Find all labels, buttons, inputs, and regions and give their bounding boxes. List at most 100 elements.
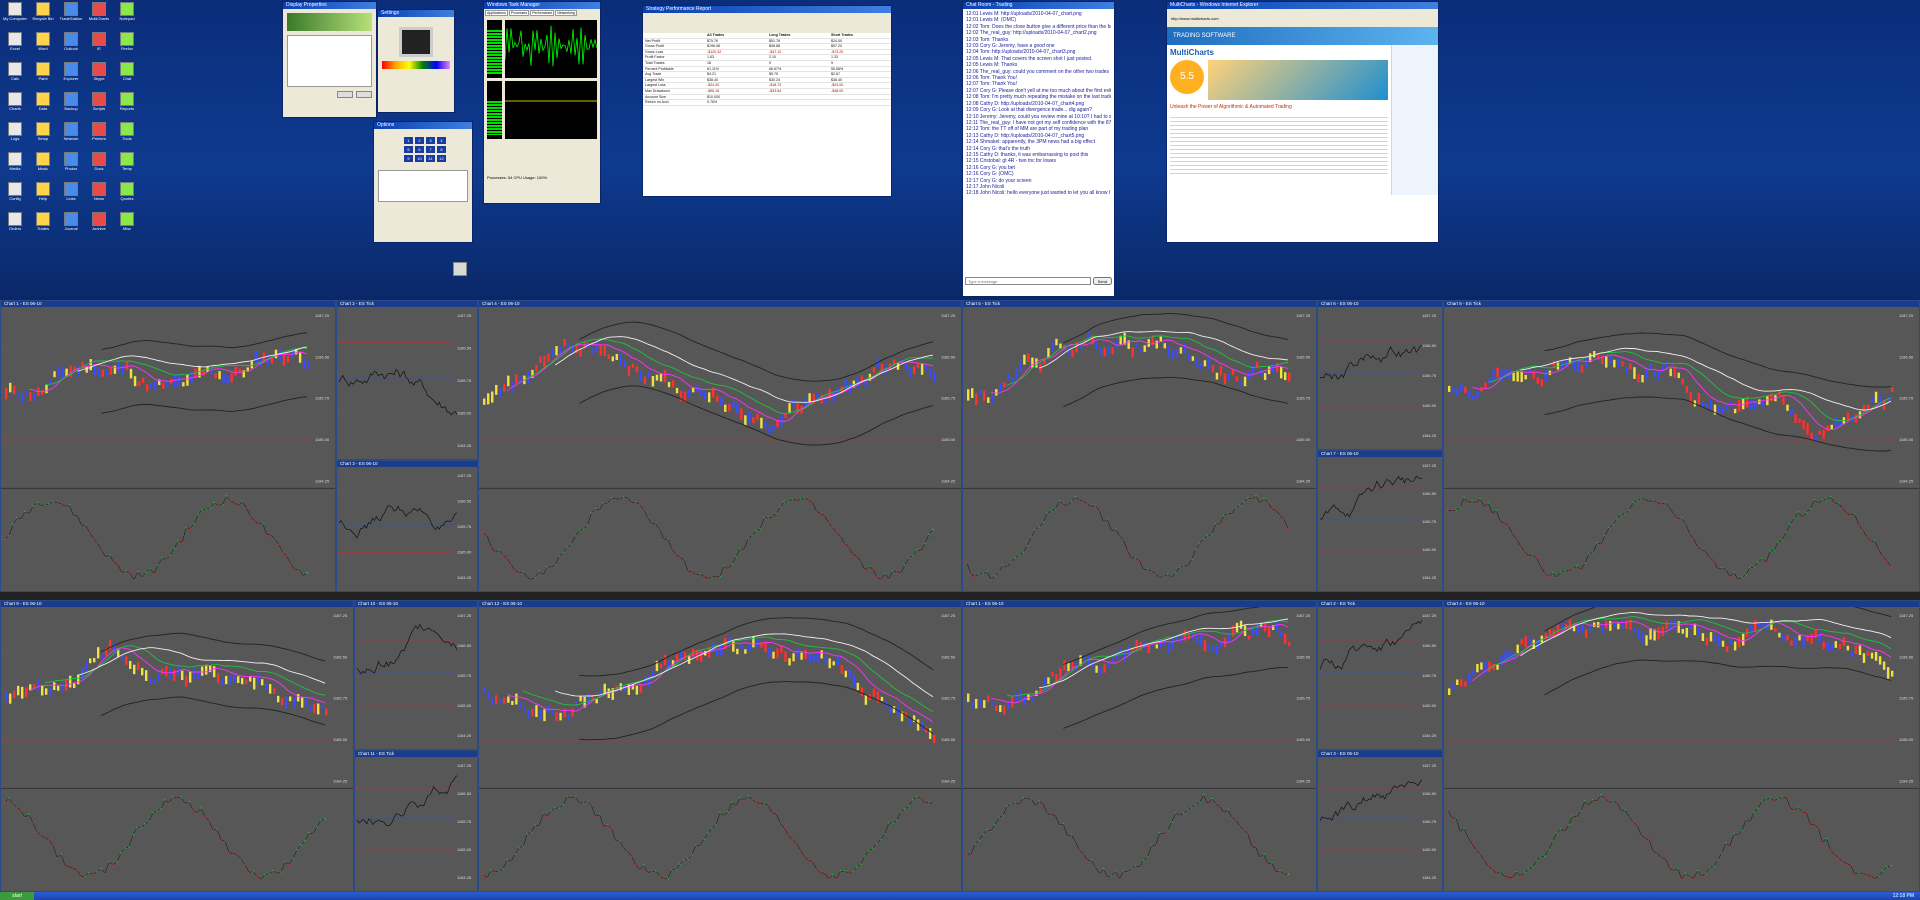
desktop-icon[interactable]: Data — [30, 92, 56, 120]
desktop-icon[interactable]: Calc — [2, 62, 28, 90]
price-chart[interactable]: 1187.25 1186.50 1185.75 1185.00 1184.25 — [1444, 607, 1919, 892]
ok-button[interactable] — [337, 91, 353, 98]
cancel-button[interactable] — [356, 91, 372, 98]
desktop-icon[interactable]: News — [86, 182, 112, 210]
tab[interactable]: Networking — [555, 10, 577, 16]
price-chart[interactable]: 1187.25 1186.50 1185.75 1185.00 1184.25 — [1318, 607, 1442, 750]
tab[interactable]: Performance — [530, 10, 554, 16]
chart-panel[interactable]: Chart 12 - ES 06-10 1187.25 1186.50 1185.75… — [478, 600, 962, 892]
chart-panel[interactable]: Chart 3 - ES 06-10 1187.25 1186.50 1185.75 1… — [1317, 750, 1443, 892]
desktop-icon[interactable]: Help — [30, 182, 56, 210]
price-chart[interactable]: 1187.25 1186.50 1185.75 1185.00 1184.25 — [1318, 307, 1442, 450]
desktop-icon[interactable]: Logs — [2, 122, 28, 150]
keypad-key[interactable]: 1 — [404, 137, 413, 144]
desktop-icon[interactable]: Music — [30, 152, 56, 180]
price-chart[interactable]: 1187.25 1186.50 1185.75 1185.00 1184.25 — [1318, 457, 1442, 592]
strategy-report-window[interactable]: Strategy Performance Report All Trades Lo… — [642, 5, 892, 197]
browser-window[interactable]: MultiCharts - Windows Internet Explorer … — [1166, 1, 1439, 243]
desktop-icon[interactable]: Recycle Bin — [30, 2, 56, 30]
chart-panel[interactable]: Chart 4 - ES 06-10 1187.25 1186.50 1185.75 1… — [1443, 600, 1920, 892]
chart-panel[interactable]: Chart 1 - ES 06-10 1187.25 1186.50 1185.75 1… — [962, 600, 1317, 892]
chart-panel[interactable]: Chart 2 - ES Tick 1187.25 1186.50 1185.75 11… — [1317, 600, 1443, 750]
desktop-icon[interactable]: Links — [58, 182, 84, 210]
price-chart[interactable]: 1187.25 1186.50 1185.75 1185.00 1184.25 — [479, 607, 961, 892]
keypad-key[interactable]: 9 — [404, 155, 413, 162]
desktop-icon[interactable]: Setup — [30, 122, 56, 150]
desktop-icon[interactable]: Word — [30, 32, 56, 60]
desktop-icon[interactable]: Chat — [114, 62, 140, 90]
price-chart[interactable]: 1187.25 1186.50 1185.75 1185.00 1184.25 — [1318, 757, 1442, 892]
price-chart[interactable]: 1187.25 1186.50 1185.75 1185.00 1184.25 — [355, 607, 477, 750]
desktop-icon[interactable]: IE — [86, 32, 112, 60]
desktop-icon[interactable]: Journal — [58, 212, 84, 240]
tab[interactable]: Processes — [509, 10, 529, 16]
chart-panel[interactable]: Chart 1 - ES 06-10 1187.25 1186.50 1185.75 1… — [0, 300, 336, 592]
keypad-key[interactable]: 12 — [437, 155, 446, 162]
desktop-icon[interactable]: My Computer — [2, 2, 28, 30]
chart-panel[interactable]: Chart 7 - ES 06-10 1187.25 1186.50 1185.75 1… — [1317, 450, 1443, 592]
chart-panel[interactable]: Chart 5 - ES Tick 1187.25 1186.50 1185.75 11… — [962, 300, 1317, 592]
keypad-key[interactable]: 5 — [404, 146, 413, 153]
tab[interactable]: Applications — [485, 10, 508, 16]
task-manager-window[interactable]: Windows Task Manager Applications Process… — [483, 1, 601, 204]
desktop-icon[interactable]: Reports — [114, 92, 140, 120]
send-button[interactable]: Send — [1093, 277, 1112, 285]
desktop-icon[interactable]: TradeStation — [58, 2, 84, 30]
desktop-icon[interactable]: Photos — [58, 152, 84, 180]
desktop-icon[interactable]: Tools — [114, 122, 140, 150]
desktop-icon[interactable]: Excel — [2, 32, 28, 60]
desktop-icon[interactable]: Media — [2, 152, 28, 180]
price-chart[interactable]: 1187.25 1186.50 1185.75 1185.00 1184.25 — [355, 757, 477, 892]
chart-panel[interactable]: Chart 9 - ES 06-10 1187.25 1186.50 1185.75 1… — [0, 600, 354, 892]
desktop-icon[interactable]: Scripts — [86, 92, 112, 120]
keypad-key[interactable]: 2 — [415, 137, 424, 144]
desktop-icon[interactable]: Misc — [114, 212, 140, 240]
price-chart[interactable]: 1187.25 1186.50 1185.75 1185.00 1184.25 — [337, 307, 477, 460]
keypad-key[interactable]: 3 — [426, 137, 435, 144]
chat-message-input[interactable] — [965, 277, 1091, 285]
keypad-key[interactable]: 6 — [415, 146, 424, 153]
price-chart[interactable]: 1187.25 1186.50 1185.75 1185.00 1184.25 — [337, 467, 477, 592]
desktop-icon[interactable]: Paint — [30, 62, 56, 90]
desktop-icon[interactable]: Printers — [86, 122, 112, 150]
price-chart[interactable]: 1187.25 1186.50 1185.75 1185.00 1184.25 — [1444, 307, 1919, 592]
price-chart[interactable]: 1187.25 1186.50 1185.75 1185.00 1184.25 — [1, 307, 335, 592]
keypad-key[interactable]: 4 — [437, 137, 446, 144]
chart-panel[interactable]: Chart 11 - ES Tick 1187.25 1186.50 1185.75 1… — [354, 750, 478, 892]
desktop-icon[interactable]: Temp — [114, 152, 140, 180]
desktop-icon[interactable]: Charts — [2, 92, 28, 120]
keypad-key[interactable]: 7 — [426, 146, 435, 153]
desktop-icon[interactable]: Network — [58, 122, 84, 150]
price-chart[interactable]: 1187.25 1186.50 1185.75 1185.00 1184.25 — [1, 607, 353, 892]
address-bar[interactable]: http://www.multicharts.com — [1167, 9, 1438, 27]
price-chart[interactable]: 1187.25 1186.50 1185.75 1185.00 1184.25 — [963, 307, 1316, 592]
desktop-icon[interactable]: Explorer — [58, 62, 84, 90]
desktop-icon[interactable]: Archive — [86, 212, 112, 240]
chart-panel[interactable]: Chart 4 - ES 06-10 1187.25 1186.50 1185.75 1… — [478, 300, 962, 592]
monitor-settings-window[interactable]: Settings — [377, 9, 455, 113]
options-keypad-window[interactable]: Options 1 2 3 4 5 6 7 8 9 10 11 12 — [373, 121, 473, 243]
display-properties-window[interactable]: Display Properties — [282, 1, 377, 118]
desktop-icon[interactable]: Outlook — [58, 32, 84, 60]
keypad-key[interactable]: 8 — [437, 146, 446, 153]
price-chart[interactable]: 1187.25 1186.50 1185.75 1185.00 1184.25 — [479, 307, 961, 592]
desktop-icon[interactable]: Trades — [30, 212, 56, 240]
desktop-icon[interactable]: MultiCharts — [86, 2, 112, 30]
my-computer-icon[interactable] — [453, 262, 467, 276]
chart-panel[interactable]: Chart 3 - ES 06-10 1187.25 1186.50 1185.75 1… — [336, 460, 478, 592]
desktop-icon[interactable]: Firefox — [114, 32, 140, 60]
price-chart[interactable]: 1187.25 1186.50 1185.75 1185.00 1184.25 — [963, 607, 1316, 892]
desktop-icon[interactable]: Orders — [2, 212, 28, 240]
start-button[interactable]: start — [0, 892, 34, 900]
keypad-key[interactable]: 11 — [426, 155, 435, 162]
desktop-icon[interactable]: Config — [2, 182, 28, 210]
desktop-icon[interactable]: Docs — [86, 152, 112, 180]
chat-window[interactable]: Chat Room - Trading 12:01 Lewis M: http:… — [962, 1, 1115, 297]
desktop-icon[interactable]: Notepad — [114, 2, 140, 30]
desktop-icon[interactable]: Skype — [86, 62, 112, 90]
chart-panel[interactable]: Chart 8 - ES Tick 1187.25 1186.50 1185.75 11… — [1443, 300, 1920, 592]
chart-panel[interactable]: Chart 2 - ES Tick 1187.25 1186.50 1185.75 11… — [336, 300, 478, 460]
desktop-icon[interactable]: Backup — [58, 92, 84, 120]
desktop-icon[interactable]: Quotes — [114, 182, 140, 210]
chart-panel[interactable]: Chart 10 - ES 06-10 1187.25 1186.50 1185.75… — [354, 600, 478, 750]
